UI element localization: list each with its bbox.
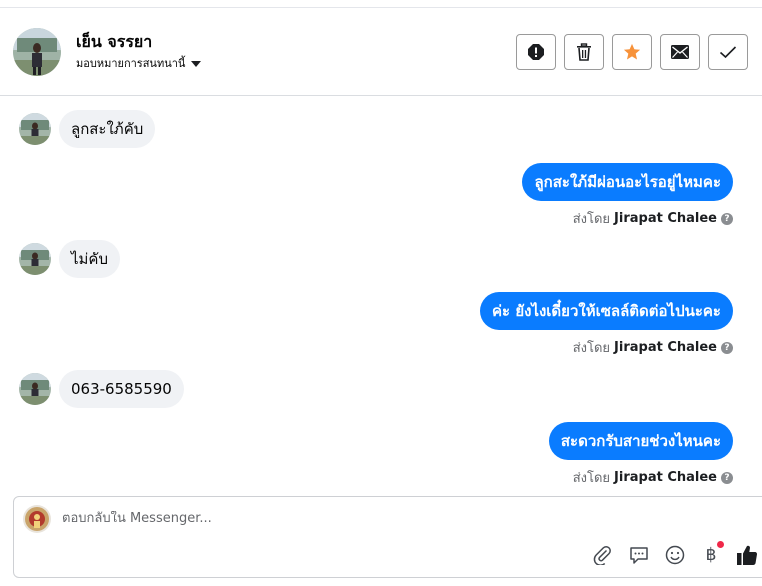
assign-conversation-dropdown[interactable]: มอบหมายการสนทนานี้: [76, 54, 202, 72]
caret-down-icon: [191, 60, 202, 67]
saved-replies-button[interactable]: [628, 544, 650, 566]
sent-by-line: ส่งโดย Jirapat Chalee ?: [573, 337, 733, 358]
contact-avatar[interactable]: [13, 28, 61, 76]
message-bubble-incoming[interactable]: ลูกสะใภ้คับ: [59, 110, 156, 148]
star-icon: [623, 43, 641, 60]
question-circle-icon[interactable]: ?: [721, 212, 733, 225]
attach-button[interactable]: [592, 544, 614, 566]
message-bubble-incoming[interactable]: 063-6585590: [59, 370, 184, 408]
contact-name[interactable]: เย็น จรรยา: [76, 30, 152, 55]
message-bubble-outgoing[interactable]: ลูกสะใภ้มีผ่อนอะไรอยู่ไหมคะ: [522, 163, 733, 201]
sent-by-name: Jirapat Chalee: [614, 340, 717, 355]
assign-conversation-label: มอบหมายการสนทนานี้: [76, 57, 186, 70]
page-avatar: [23, 505, 51, 533]
follow-up-button[interactable]: [612, 34, 652, 70]
sent-by-line: ส่งโดย Jirapat Chalee ?: [573, 467, 733, 488]
mark-unread-button[interactable]: [660, 34, 700, 70]
mark-done-button[interactable]: [708, 34, 748, 70]
message-bubble-outgoing[interactable]: สะดวกรับสายช่วงไหนคะ: [548, 422, 733, 460]
sent-by-name: Jirapat Chalee: [614, 211, 717, 226]
smiley-icon: [665, 545, 685, 565]
sent-by-prefix: ส่งโดย: [572, 471, 611, 486]
delete-button[interactable]: [564, 34, 604, 70]
reply-input[interactable]: [62, 511, 582, 526]
thumbs-up-icon: [737, 545, 758, 566]
baht-icon: ฿: [705, 545, 717, 565]
check-icon: [719, 46, 737, 59]
contact-avatar-small: [19, 243, 51, 275]
alert-icon: [528, 44, 544, 60]
chat-bubble-icon: [630, 547, 648, 564]
paperclip-icon: [593, 545, 611, 565]
sent-by-line: ส่งโดย Jirapat Chalee ?: [573, 208, 733, 229]
reply-composer: ฿: [13, 496, 762, 578]
sent-by-prefix: ส่งโดย: [572, 212, 611, 227]
payment-button[interactable]: ฿: [700, 541, 724, 566]
composer-tools: ฿: [592, 541, 758, 566]
message-bubble-outgoing[interactable]: ค่ะ ยังไงเดี๋ยวให้เซลล์ติดต่อไปนะคะ: [480, 292, 733, 330]
question-circle-icon[interactable]: ?: [721, 471, 733, 484]
header-actions: [516, 34, 748, 70]
messenger-conversation-panel: เย็น จรรยา มอบหมายการสนทนานี้ ลูกสะใภ้คั…: [0, 0, 762, 586]
contact-avatar-small: [19, 113, 51, 145]
notification-dot: [717, 541, 724, 548]
sent-by-name: Jirapat Chalee: [614, 470, 717, 485]
spam-button[interactable]: [516, 34, 556, 70]
trash-icon: [577, 43, 591, 61]
like-button[interactable]: [736, 544, 758, 566]
message-bubble-incoming[interactable]: ไม่คับ: [59, 240, 120, 278]
emoji-button[interactable]: [664, 544, 686, 566]
message-thread[interactable]: ลูกสะใภ้คับ ลูกสะใภ้มีผ่อนอะไรอยู่ไหมคะ …: [0, 97, 762, 493]
contact-avatar-small: [19, 373, 51, 405]
question-circle-icon[interactable]: ?: [721, 341, 733, 354]
conversation-header: เย็น จรรยา มอบหมายการสนทนานี้: [0, 8, 762, 96]
envelope-icon: [671, 45, 689, 59]
sent-by-prefix: ส่งโดย: [572, 341, 611, 356]
